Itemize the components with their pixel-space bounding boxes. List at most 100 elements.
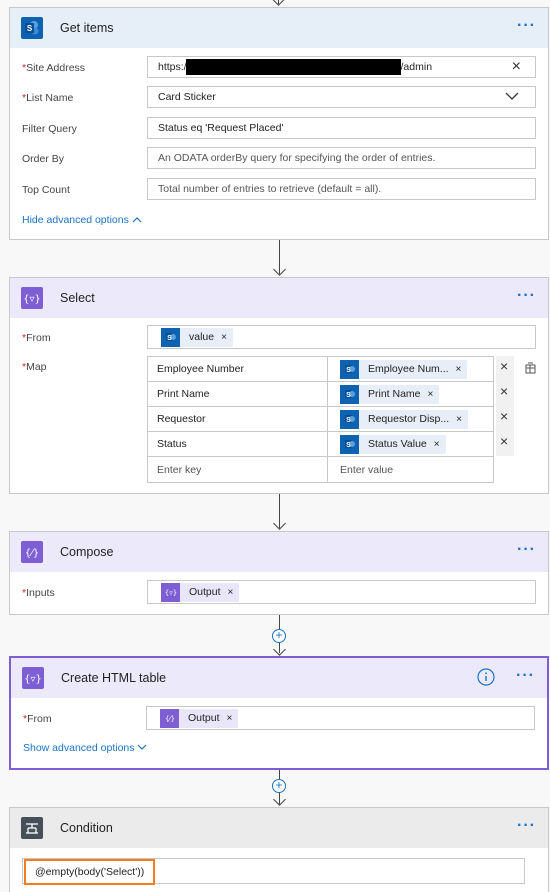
map-key[interactable]: Employee Number bbox=[148, 357, 328, 381]
map-key[interactable]: Requestor bbox=[148, 407, 328, 431]
compose-title: Compose bbox=[60, 545, 114, 559]
condition-title: Condition bbox=[60, 821, 113, 835]
redacted-block bbox=[185, 59, 401, 75]
compose-token-icon: {⁄} bbox=[160, 708, 179, 728]
get-items-header[interactable]: S Get items ··· bbox=[10, 8, 548, 48]
employee-number-token[interactable]: S Employee Num... × bbox=[340, 359, 468, 379]
compose-more-menu[interactable]: ··· bbox=[517, 542, 536, 558]
condition-expression-field[interactable]: @empty(body('Select')) bbox=[22, 858, 525, 885]
select-from-input[interactable]: S value × bbox=[147, 325, 536, 349]
sharepoint-token-icon: S bbox=[340, 409, 359, 429]
map-row: Print Name S Print Name × bbox=[148, 382, 493, 407]
create-html-table-header[interactable]: {▿} Create HTML table ··· bbox=[11, 658, 547, 698]
map-value[interactable]: S Employee Num... × bbox=[328, 357, 493, 381]
condition-icon bbox=[21, 817, 43, 839]
svg-text:S: S bbox=[167, 335, 172, 342]
map-value[interactable]: S Requestor Disp... × bbox=[328, 407, 493, 431]
remove-token-icon[interactable]: × bbox=[221, 332, 227, 343]
select-header[interactable]: {▿} Select ··· bbox=[10, 278, 548, 318]
select-title: Select bbox=[60, 291, 95, 305]
filter-query-label: Filter Query bbox=[22, 123, 77, 135]
condition-header[interactable]: Condition ··· bbox=[10, 808, 548, 848]
filter-query-input[interactable]: Status eq 'Request Placed' bbox=[147, 117, 536, 139]
clear-icon[interactable]: × bbox=[512, 58, 521, 76]
switch-map-mode-icon[interactable] bbox=[524, 362, 537, 378]
get-items-title: Get items bbox=[60, 21, 114, 35]
arrow-down-icon bbox=[273, 263, 286, 276]
enter-key-input[interactable]: Enter key bbox=[148, 457, 328, 482]
list-name-select[interactable]: Card Sticker bbox=[147, 86, 536, 108]
map-row-empty: Enter key Enter value bbox=[148, 457, 493, 482]
info-icon[interactable] bbox=[477, 668, 495, 689]
select-more-menu[interactable]: ··· bbox=[517, 288, 536, 304]
add-step-button[interactable]: + bbox=[272, 779, 286, 793]
remove-token-icon[interactable]: × bbox=[456, 414, 462, 425]
svg-text:{▿}: {▿} bbox=[25, 674, 41, 685]
create-html-table-title: Create HTML table bbox=[61, 671, 167, 685]
chevron-down-icon[interactable] bbox=[505, 91, 519, 104]
add-step-button[interactable]: + bbox=[272, 629, 286, 643]
select-card: {▿} Select ··· *From S value × *Map Empl… bbox=[9, 277, 549, 494]
map-value[interactable]: S Print Name × bbox=[328, 382, 493, 406]
compose-icon: {⁄} bbox=[21, 541, 43, 563]
enter-value-input[interactable]: Enter value bbox=[328, 457, 493, 482]
order-by-label: Order By bbox=[22, 153, 65, 165]
delete-row-icon[interactable]: × bbox=[500, 358, 508, 374]
get-items-card: S Get items ··· *Site Address https:// /… bbox=[9, 7, 549, 240]
html-table-from-input[interactable]: {⁄} Output × bbox=[146, 706, 535, 730]
svg-text:S: S bbox=[27, 24, 33, 33]
delete-row-icon[interactable]: × bbox=[500, 383, 508, 399]
arrow-down-icon bbox=[273, 793, 286, 806]
compose-inputs-field[interactable]: {▿} Output × bbox=[147, 580, 536, 604]
sharepoint-token-icon: S bbox=[340, 434, 359, 454]
map-key[interactable]: Print Name bbox=[148, 382, 328, 406]
remove-token-icon[interactable]: × bbox=[227, 713, 233, 724]
map-row: Employee Number S Employee Num... × bbox=[148, 357, 493, 382]
sharepoint-icon: S bbox=[21, 17, 43, 39]
site-address-input[interactable]: https:// /admin × bbox=[147, 56, 536, 78]
print-name-token[interactable]: S Print Name × bbox=[340, 384, 440, 404]
select-from-label: *From bbox=[22, 332, 51, 344]
remove-token-icon[interactable]: × bbox=[456, 364, 462, 375]
condition-more-menu[interactable]: ··· bbox=[517, 818, 536, 834]
hide-advanced-options-link[interactable]: Hide advanced options bbox=[22, 214, 142, 226]
remove-token-icon[interactable]: × bbox=[428, 389, 434, 400]
site-address-label: *Site Address bbox=[22, 62, 86, 74]
output-token[interactable]: {⁄} Output × bbox=[160, 708, 239, 728]
map-grid: Employee Number S Employee Num... × Prin… bbox=[147, 356, 494, 483]
condition-expression[interactable]: @empty(body('Select')) bbox=[24, 859, 156, 885]
value-token[interactable]: S value × bbox=[161, 327, 233, 347]
svg-text:S: S bbox=[346, 367, 351, 374]
compose-card: {⁄} Compose ··· *Inputs {▿} Output × bbox=[9, 531, 549, 615]
status-value-token[interactable]: S Status Value × bbox=[340, 434, 446, 454]
top-count-label: Top Count bbox=[22, 184, 70, 196]
requestor-token[interactable]: S Requestor Disp... × bbox=[340, 409, 468, 429]
map-key[interactable]: Status bbox=[148, 432, 328, 456]
compose-header[interactable]: {⁄} Compose ··· bbox=[10, 532, 548, 572]
svg-text:S: S bbox=[346, 392, 351, 399]
sharepoint-token-icon: S bbox=[340, 384, 359, 404]
order-by-input[interactable]: An ODATA orderBy query for specifying th… bbox=[147, 147, 536, 169]
svg-text:{▿}: {▿} bbox=[24, 294, 40, 305]
arrow-down-icon bbox=[273, 643, 286, 656]
top-arrow-head bbox=[272, 0, 285, 6]
get-items-more-menu[interactable]: ··· bbox=[517, 18, 536, 34]
top-count-input[interactable]: Total number of entries to retrieve (def… bbox=[147, 178, 536, 200]
svg-text:{⁄}: {⁄} bbox=[164, 715, 174, 723]
site-address-suffix: /admin bbox=[400, 61, 433, 73]
condition-card: Condition ··· @empty(body('Select')) bbox=[9, 807, 549, 892]
output-token[interactable]: {▿} Output × bbox=[161, 582, 240, 602]
create-html-table-more-menu[interactable]: ··· bbox=[516, 668, 535, 684]
remove-token-icon[interactable]: × bbox=[228, 587, 234, 598]
delete-row-icon[interactable]: × bbox=[500, 408, 508, 424]
remove-token-icon[interactable]: × bbox=[434, 439, 440, 450]
compose-inputs-label: *Inputs bbox=[22, 587, 55, 599]
select-token-icon: {▿} bbox=[161, 582, 180, 602]
show-advanced-options-link[interactable]: Show advanced options bbox=[23, 742, 147, 754]
arrow-down-icon bbox=[273, 517, 286, 530]
list-name-label: *List Name bbox=[22, 92, 74, 104]
chevron-up-icon bbox=[132, 214, 142, 226]
map-value[interactable]: S Status Value × bbox=[328, 432, 493, 456]
map-row: Requestor S Requestor Disp... × bbox=[148, 407, 493, 432]
delete-row-icon[interactable]: × bbox=[500, 433, 508, 449]
